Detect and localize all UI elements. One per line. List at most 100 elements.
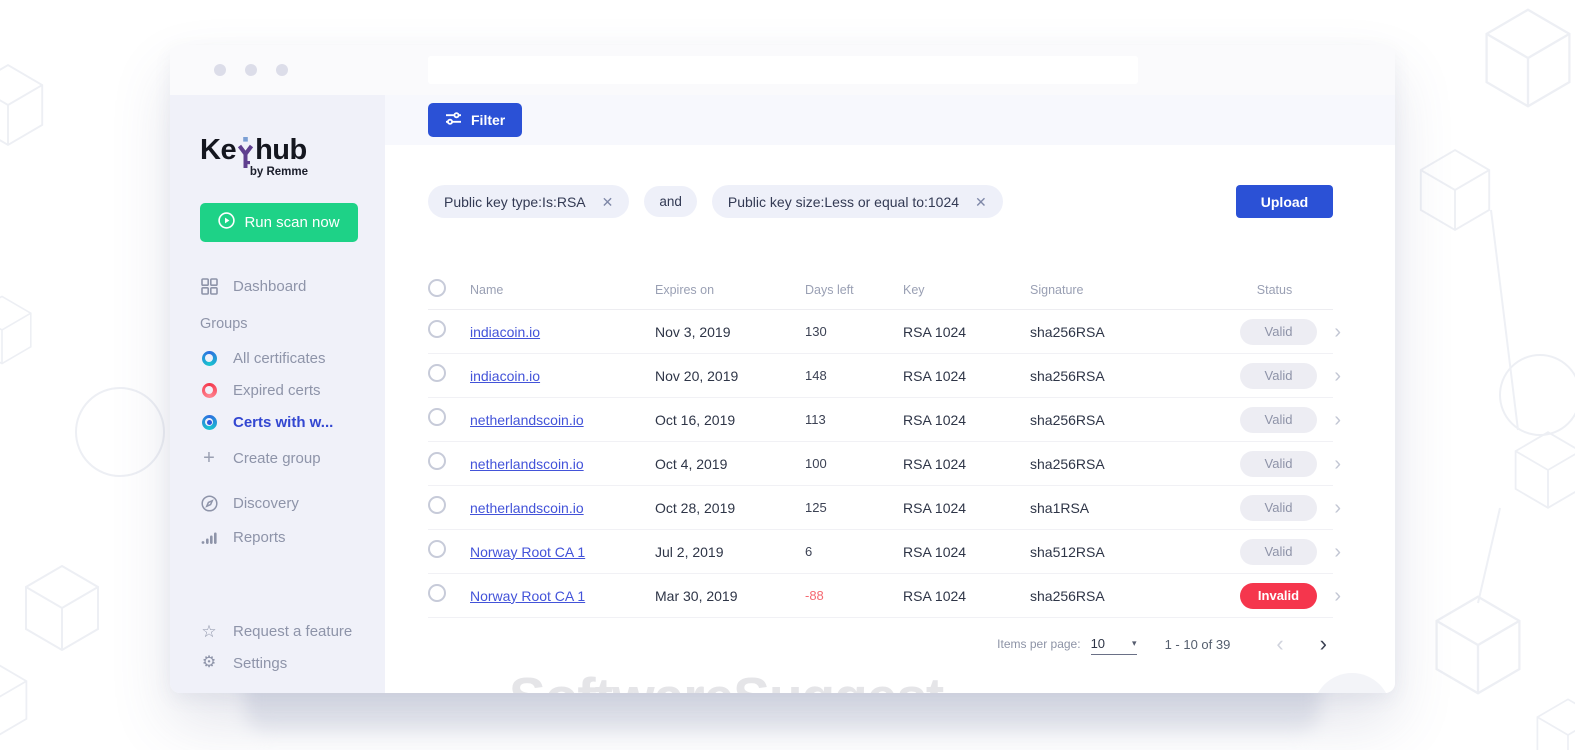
compass-icon: [200, 494, 218, 512]
certificate-name-link[interactable]: indiacoin.io: [470, 368, 655, 384]
status-badge: Valid: [1240, 450, 1317, 477]
sidebar-item-request-feature[interactable]: ☆ Request a feature: [200, 615, 385, 647]
table-row[interactable]: indiacoin.io Nov 3, 2019 130 RSA 1024 sh…: [428, 310, 1341, 354]
column-header-key[interactable]: Key: [903, 283, 1030, 297]
row-checkbox[interactable]: [428, 452, 446, 470]
row-expand-chevron-icon[interactable]: ›: [1317, 410, 1341, 430]
sidebar-item-reports[interactable]: Reports: [200, 520, 385, 554]
signature-value: sha256RSA: [1030, 455, 1105, 472]
filter-chip-key-type[interactable]: Public key type:Is:RSA ✕: [428, 185, 630, 218]
key-value: RSA 1024: [903, 367, 967, 384]
status-badge: Valid: [1240, 406, 1317, 433]
table-row[interactable]: netherlandscoin.io Oct 4, 2019 100 RSA 1…: [428, 442, 1341, 486]
close-icon[interactable]: ✕: [975, 195, 987, 209]
row-checkbox[interactable]: [428, 496, 446, 514]
row-expand-chevron-icon[interactable]: ›: [1317, 586, 1341, 606]
sidebar-nav: Dashboard Groups All certificates Expire…: [200, 269, 385, 554]
sidebar-item-label: Discovery: [233, 494, 299, 512]
address-bar[interactable]: [428, 56, 1138, 84]
sidebar-item-expired-certs[interactable]: Expired certs: [200, 374, 385, 406]
table-row[interactable]: indiacoin.io Nov 20, 2019 148 RSA 1024 s…: [428, 354, 1341, 398]
watermark-tld: .com: [943, 690, 1013, 693]
row-expand-chevron-icon[interactable]: ›: [1317, 454, 1341, 474]
status-badge: Valid: [1240, 362, 1317, 389]
row-checkbox[interactable]: [428, 584, 446, 602]
filter-chip-key-size[interactable]: Public key size:Less or equal to:1024 ✕: [711, 185, 1003, 218]
logo-byline: by Remme: [249, 166, 308, 178]
days-left-value: 6: [805, 544, 813, 559]
main-area: Filter SoftwareSuggest .com Public key t…: [385, 95, 1395, 693]
certificate-name-link[interactable]: netherlandscoin.io: [470, 412, 655, 428]
days-left-value: 148: [805, 368, 827, 383]
row-expand-chevron-icon[interactable]: ›: [1317, 322, 1341, 342]
row-expand-chevron-icon[interactable]: ›: [1317, 498, 1341, 518]
certificate-name-link[interactable]: netherlandscoin.io: [470, 456, 655, 472]
bar-chart-icon: [200, 529, 218, 546]
expires-on-value: Oct 4, 2019: [655, 455, 728, 472]
certificate-name-link[interactable]: indiacoin.io: [470, 324, 655, 340]
sidebar-bottom-nav: ☆ Request a feature ⚙ Settings: [200, 615, 385, 679]
key-value: RSA 1024: [903, 455, 967, 472]
certificate-name-link[interactable]: Norway Root CA 1: [470, 544, 655, 560]
items-per-page-value: 10: [1090, 636, 1106, 651]
days-left-value: 113: [805, 412, 826, 427]
key-value: RSA 1024: [903, 587, 967, 604]
sidebar-item-dashboard[interactable]: Dashboard: [200, 269, 385, 303]
sidebar-item-certs-with-warning[interactable]: Certs with w...: [200, 406, 385, 438]
close-icon[interactable]: ✕: [602, 195, 614, 209]
key-value: RSA 1024: [903, 543, 967, 560]
column-header-days-left[interactable]: Days left: [805, 283, 903, 297]
key-icon: [237, 137, 254, 171]
table-row[interactable]: Norway Root CA 1 Jul 2, 2019 6 RSA 1024 …: [428, 530, 1341, 574]
gear-icon: ⚙: [201, 654, 217, 671]
select-all-checkbox[interactable]: [428, 279, 446, 297]
signature-value: sha256RSA: [1030, 323, 1105, 340]
column-header-expires-on[interactable]: Expires on: [655, 283, 805, 297]
app-logo: Ke hub by Remme: [200, 131, 310, 179]
certificate-name-link[interactable]: netherlandscoin.io: [470, 500, 655, 516]
table-row[interactable]: Norway Root CA 1 Mar 30, 2019 -88 RSA 10…: [428, 574, 1341, 618]
table-row[interactable]: netherlandscoin.io Oct 28, 2019 125 RSA …: [428, 486, 1341, 530]
next-page-button[interactable]: ›: [1320, 633, 1327, 655]
certificate-name-link[interactable]: Norway Root CA 1: [470, 588, 655, 604]
row-expand-chevron-icon[interactable]: ›: [1317, 542, 1341, 562]
groups-section-heading: Groups: [200, 316, 248, 332]
sliders-icon: [445, 112, 462, 128]
run-scan-button[interactable]: Run scan now: [200, 203, 358, 242]
table-row[interactable]: netherlandscoin.io Oct 16, 2019 113 RSA …: [428, 398, 1341, 442]
sidebar-item-settings[interactable]: ⚙ Settings: [200, 647, 385, 679]
status-badge: Valid: [1240, 494, 1317, 521]
row-checkbox[interactable]: [428, 364, 446, 382]
sidebar-item-label: Certs with w...: [233, 413, 334, 431]
key-value: RSA 1024: [903, 499, 967, 516]
sidebar-item-discovery[interactable]: Discovery: [200, 486, 385, 520]
row-checkbox[interactable]: [428, 540, 446, 558]
filter-chips-row: Public key type:Is:RSA ✕ and Public key …: [428, 185, 1333, 218]
previous-page-button[interactable]: ‹: [1276, 633, 1283, 655]
upload-button[interactable]: Upload: [1236, 185, 1333, 218]
status-badge: Valid: [1240, 538, 1317, 565]
column-header-name[interactable]: Name: [470, 283, 655, 297]
plus-icon: +: [203, 447, 215, 469]
sidebar-item-label: Request a feature: [233, 622, 353, 640]
filter-button[interactable]: Filter: [428, 103, 523, 137]
sidebar-item-label: Settings: [233, 654, 288, 672]
sidebar-item-label: Reports: [233, 528, 286, 546]
window-control-dot[interactable]: [245, 64, 257, 76]
items-per-page-select[interactable]: 10 ▾: [1090, 633, 1137, 655]
caret-down-icon: ▾: [1132, 638, 1137, 648]
star-icon: ☆: [201, 621, 217, 641]
signature-value: sha256RSA: [1030, 411, 1105, 428]
expired-certs-ring-icon: [200, 382, 218, 398]
row-expand-chevron-icon[interactable]: ›: [1317, 366, 1341, 386]
app-window: Ke hub by Remme Run scan now Dashboard G…: [170, 45, 1395, 693]
window-control-dot[interactable]: [214, 64, 226, 76]
row-checkbox[interactable]: [428, 408, 446, 426]
sidebar-item-create-group[interactable]: + Create group: [200, 442, 385, 474]
chat-fab-ghost[interactable]: [1313, 673, 1391, 693]
column-header-signature[interactable]: Signature: [1030, 283, 1240, 297]
row-checkbox[interactable]: [428, 320, 446, 338]
column-header-status[interactable]: Status: [1240, 283, 1309, 297]
sidebar-item-all-certificates[interactable]: All certificates: [200, 342, 385, 374]
window-control-dot[interactable]: [276, 64, 288, 76]
